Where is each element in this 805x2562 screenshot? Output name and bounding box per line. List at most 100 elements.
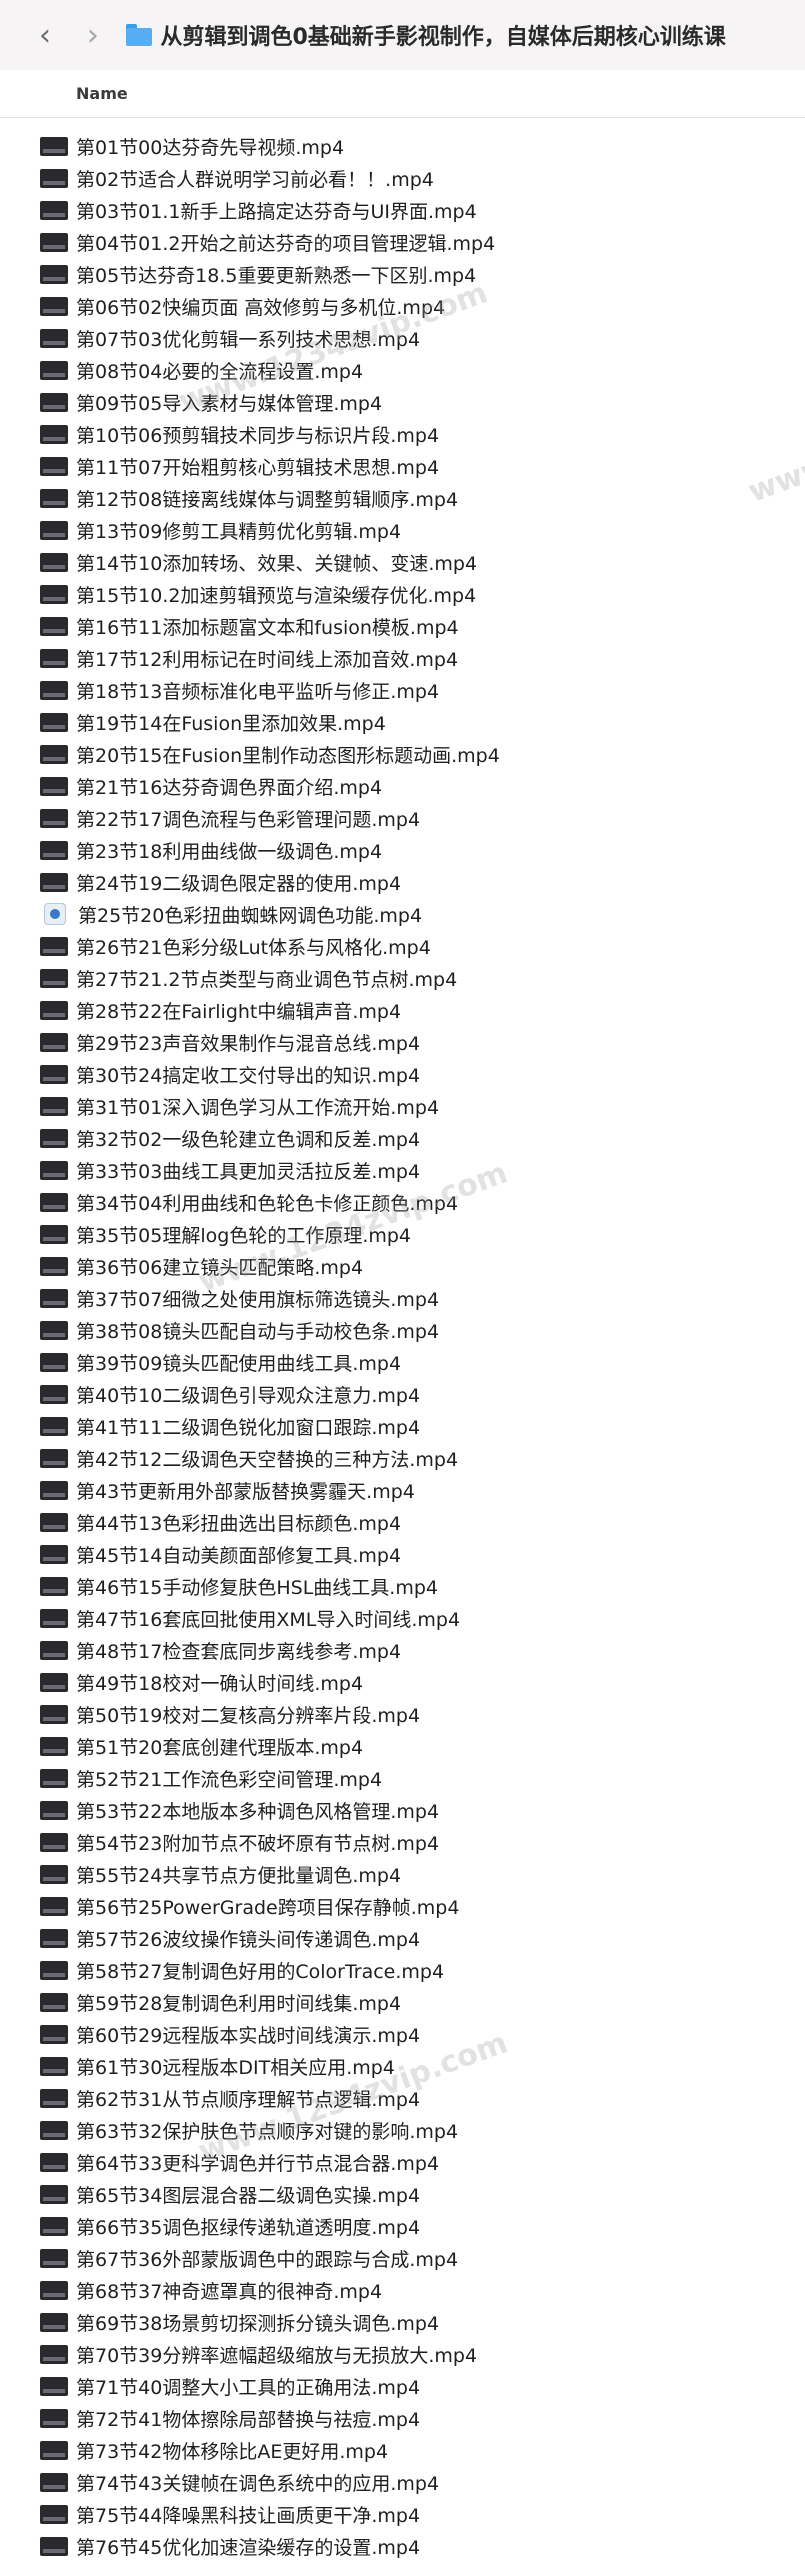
file-row[interactable]: 第54节23附加节点不破坏原有节点树.mp4 [0,1826,805,1858]
file-row[interactable]: 第27节21.2节点类型与商业调色节点树.mp4 [0,962,805,994]
file-row[interactable]: 第40节10二级调色引导观众注意力.mp4 [0,1378,805,1410]
file-row[interactable]: 第22节17调色流程与色彩管理问题.mp4 [0,802,805,834]
file-row[interactable]: 第45节14自动美颜面部修复工具.mp4 [0,1538,805,1570]
file-row[interactable]: 第51节20套底创建代理版本.mp4 [0,1730,805,1762]
file-row[interactable]: 第32节02一级色轮建立色调和反差.mp4 [0,1122,805,1154]
file-name: 第63节32保护肤色节点顺序对键的影响.mp4 [76,2120,459,2143]
file-row[interactable]: 第12节08链接离线媒体与调整剪辑顺序.mp4 [0,482,805,514]
file-name: 第15节10.2加速剪辑预览与渲染缓存优化.mp4 [76,584,477,607]
file-row[interactable]: 第46节15手动修复肤色HSL曲线工具.mp4 [0,1570,805,1602]
file-row[interactable]: 第68节37神奇遮罩真的很神奇.mp4 [0,2274,805,2306]
file-row[interactable]: 第65节34图层混合器二级调色实操.mp4 [0,2178,805,2210]
file-row[interactable]: 第75节44降噪黑科技让画质更干净.mp4 [0,2498,805,2530]
video-thumbnail-icon [40,872,68,892]
file-row[interactable]: 第53节22本地版本多种调色风格管理.mp4 [0,1794,805,1826]
file-row[interactable]: 第03节01.1新手上路搞定达芬奇与UI界面.mp4 [0,194,805,226]
file-row[interactable]: 第63节32保护肤色节点顺序对键的影响.mp4 [0,2114,805,2146]
file-row[interactable]: 第18节13音频标准化电平监听与修正.mp4 [0,674,805,706]
file-row[interactable]: 第71节40调整大小工具的正确用法.mp4 [0,2370,805,2402]
file-row[interactable]: 第29节23声音效果制作与混音总线.mp4 [0,1026,805,1058]
file-row[interactable]: 第70节39分辨率遮幅超级缩放与无损放大.mp4 [0,2338,805,2370]
file-name: 第22节17调色流程与色彩管理问题.mp4 [76,808,421,831]
file-row[interactable]: 第52节21工作流色彩空间管理.mp4 [0,1762,805,1794]
file-row[interactable]: 第19节14在Fusion里添加效果.mp4 [0,706,805,738]
file-name: 第58节27复制调色好用的ColorTrace.mp4 [76,1960,445,1983]
forward-arrow-icon[interactable]: › [74,15,112,55]
file-row[interactable]: 第13节09修剪工具精剪优化剪辑.mp4 [0,514,805,546]
file-row[interactable]: 第34节04利用曲线和色轮色卡修正颜色.mp4 [0,1186,805,1218]
file-row[interactable]: 第59节28复制调色利用时间线集.mp4 [0,1986,805,2018]
file-row[interactable]: 第38节08镜头匹配自动与手动校色条.mp4 [0,1314,805,1346]
file-row[interactable]: 第44节13色彩扭曲选出目标颜色.mp4 [0,1506,805,1538]
video-thumbnail-icon [40,1576,68,1596]
file-row[interactable]: 第08节04必要的全流程设置.mp4 [0,354,805,386]
file-name: 第41节11二级调色锐化加窗口跟踪.mp4 [76,1416,421,1439]
file-row[interactable]: 第58节27复制调色好用的ColorTrace.mp4 [0,1954,805,1986]
file-row[interactable]: 第67节36外部蒙版调色中的跟踪与合成.mp4 [0,2242,805,2274]
file-row[interactable]: 第64节33更科学调色并行节点混合器.mp4 [0,2146,805,2178]
file-name: 第47节16套底回批使用XML导入时间线.mp4 [76,1608,461,1631]
video-thumbnail-icon [40,520,68,540]
file-row[interactable]: 第21节16达芬奇调色界面介绍.mp4 [0,770,805,802]
file-row[interactable]: 第33节03曲线工具更加灵活拉反差.mp4 [0,1154,805,1186]
file-row[interactable]: 第69节38场景剪切探测拆分镜头调色.mp4 [0,2306,805,2338]
file-row[interactable]: 第01节00达芬奇先导视频.mp4 [0,130,805,162]
file-row[interactable]: 第57节26波纹操作镜头间传递调色.mp4 [0,1922,805,1954]
file-row[interactable]: 第06节02快编页面 高效修剪与多机位.mp4 [0,290,805,322]
file-name: 第52节21工作流色彩空间管理.mp4 [76,1768,383,1791]
file-row[interactable]: 第47节16套底回批使用XML导入时间线.mp4 [0,1602,805,1634]
file-row[interactable]: 第43节更新用外部蒙版替换雾霾天.mp4 [0,1474,805,1506]
file-row[interactable]: 第31节01深入调色学习从工作流开始.mp4 [0,1090,805,1122]
file-name: 第53节22本地版本多种调色风格管理.mp4 [76,1800,440,1823]
file-row[interactable]: 第50节19校对二复核高分辨率片段.mp4 [0,1698,805,1730]
file-row[interactable]: 第74节43关键帧在调色系统中的应用.mp4 [0,2466,805,2498]
file-row[interactable]: 第62节31从节点顺序理解节点逻辑.mp4 [0,2082,805,2114]
back-arrow-icon[interactable]: ‹ [26,15,64,55]
file-row[interactable]: 第42节12二级调色天空替换的三种方法.mp4 [0,1442,805,1474]
file-name: 第27节21.2节点类型与商业调色节点树.mp4 [76,968,458,991]
file-row[interactable]: 第11节07开始粗剪核心剪辑技术思想.mp4 [0,450,805,482]
file-row[interactable]: 第72节41物体擦除局部替换与祛痘.mp4 [0,2402,805,2434]
file-name: 第65节34图层混合器二级调色实操.mp4 [76,2184,421,2207]
file-row[interactable]: 第04节01.2开始之前达芬奇的项目管理逻辑.mp4 [0,226,805,258]
file-row[interactable]: 第10节06预剪辑技术同步与标识片段.mp4 [0,418,805,450]
video-thumbnail-icon [40,2472,68,2492]
file-row[interactable]: 第14节10添加转场、效果、关键帧、变速.mp4 [0,546,805,578]
file-row[interactable]: 第05节达芬奇18.5重要更新熟悉一下区别.mp4 [0,258,805,290]
file-row[interactable]: 第17节12利用标记在时间线上添加音效.mp4 [0,642,805,674]
file-row[interactable]: 第36节06建立镜头匹配策略.mp4 [0,1250,805,1282]
video-thumbnail-icon [40,1608,68,1628]
video-thumbnail-icon [40,456,68,476]
file-row[interactable]: 第20节15在Fusion里制作动态图形标题动画.mp4 [0,738,805,770]
file-row[interactable]: 第76节45优化加速渲染缓存的设置.mp4 [0,2530,805,2562]
file-row[interactable]: 第41节11二级调色锐化加窗口跟踪.mp4 [0,1410,805,1442]
file-row[interactable]: 第26节21色彩分级Lut体系与风格化.mp4 [0,930,805,962]
file-row[interactable]: 第16节11添加标题富文本和fusion模板.mp4 [0,610,805,642]
file-row[interactable]: 第66节35调色抠绿传递轨道透明度.mp4 [0,2210,805,2242]
file-row[interactable]: 第49节18校对一确认时间线.mp4 [0,1666,805,1698]
file-row[interactable]: 第61节30远程版本DIT相关应用.mp4 [0,2050,805,2082]
file-row[interactable]: 第60节29远程版本实战时间线演示.mp4 [0,2018,805,2050]
file-row[interactable]: 第15节10.2加速剪辑预览与渲染缓存优化.mp4 [0,578,805,610]
file-row[interactable]: 第24节19二级调色限定器的使用.mp4 [0,866,805,898]
file-row[interactable]: 第25节20色彩扭曲蜘蛛网调色功能.mp4 [0,898,805,930]
file-row[interactable]: 第55节24共享节点方便批量调色.mp4 [0,1858,805,1890]
file-row[interactable]: 第48节17检查套底同步离线参考.mp4 [0,1634,805,1666]
file-row[interactable]: 第73节42物体移除比AE更好用.mp4 [0,2434,805,2466]
column-header-name[interactable]: Name [76,84,128,103]
file-row[interactable]: 第37节07细微之处使用旗标筛选镜头.mp4 [0,1282,805,1314]
file-row[interactable]: 第39节09镜头匹配使用曲线工具.mp4 [0,1346,805,1378]
file-row[interactable]: 第02节适合人群说明学习前必看！！.mp4 [0,162,805,194]
file-name: 第30节24搞定收工交付导出的知识.mp4 [76,1064,421,1087]
file-name: 第40节10二级调色引导观众注意力.mp4 [76,1384,421,1407]
file-name: 第44节13色彩扭曲选出目标颜色.mp4 [76,1512,402,1535]
file-row[interactable]: 第35节05理解log色轮的工作原理.mp4 [0,1218,805,1250]
file-row[interactable]: 第56节25PowerGrade跨项目保存静帧.mp4 [0,1890,805,1922]
file-name: 第02节适合人群说明学习前必看！！.mp4 [76,168,434,191]
file-row[interactable]: 第28节22在Fairlight中编辑声音.mp4 [0,994,805,1026]
file-row[interactable]: 第23节18利用曲线做一级调色.mp4 [0,834,805,866]
file-row[interactable]: 第09节05导入素材与媒体管理.mp4 [0,386,805,418]
file-row[interactable]: 第30节24搞定收工交付导出的知识.mp4 [0,1058,805,1090]
file-name: 第31节01深入调色学习从工作流开始.mp4 [76,1096,440,1119]
file-row[interactable]: 第07节03优化剪辑一系列技术思想.mp4 [0,322,805,354]
